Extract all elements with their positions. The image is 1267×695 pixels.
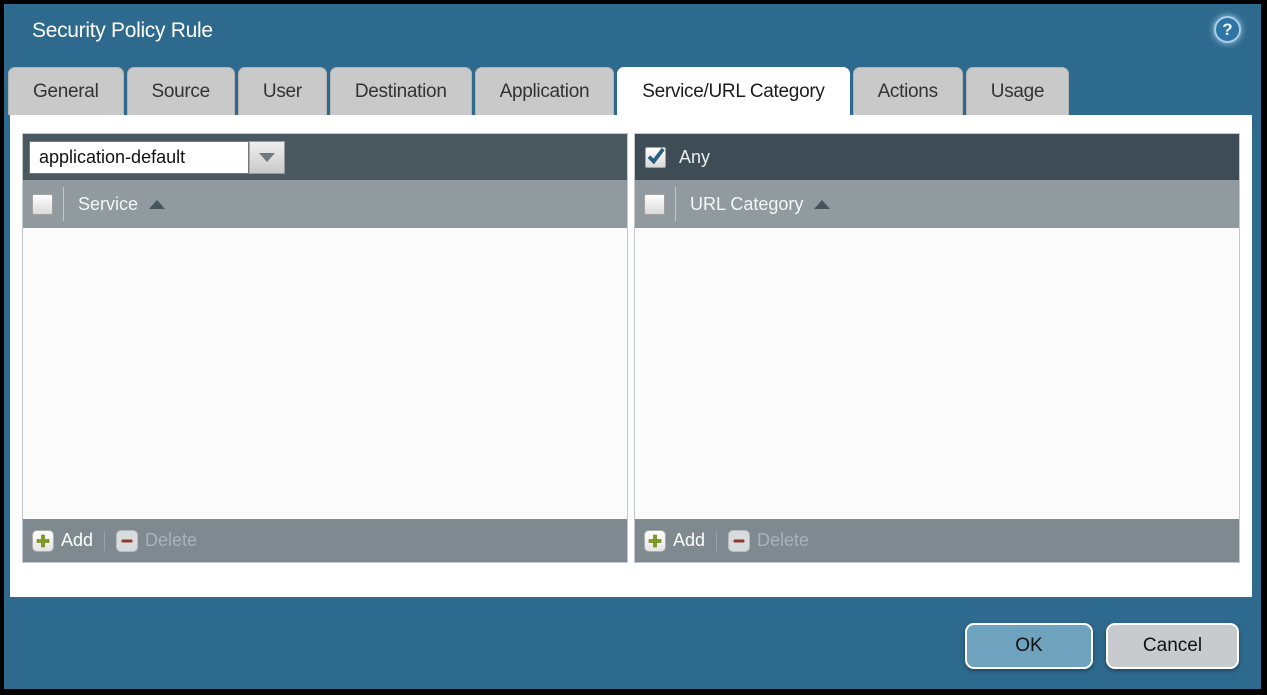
any-label: Any — [679, 147, 710, 168]
tab-content: application-default Service — [10, 115, 1252, 597]
url-category-column-label: URL Category — [690, 194, 803, 215]
service-footer: Add Delete — [23, 519, 627, 562]
sort-ascending-icon — [814, 200, 830, 209]
tab-user[interactable]: User — [238, 67, 327, 115]
service-type-dropdown[interactable]: application-default — [29, 141, 285, 174]
tab-bar: General Source User Destination Applicat… — [4, 67, 1261, 115]
select-all-services-checkbox[interactable] — [32, 194, 53, 215]
any-checkbox[interactable] — [645, 147, 666, 168]
cancel-button[interactable]: Cancel — [1106, 623, 1239, 669]
url-category-column-header[interactable]: URL Category — [675, 187, 830, 221]
tab-service-url-category[interactable]: Service/URL Category — [617, 67, 849, 115]
delete-url-category-group: Delete — [728, 530, 809, 552]
tab-source[interactable]: Source — [127, 67, 235, 115]
service-table-header: Service — [23, 180, 627, 228]
title-bar: Security Policy Rule ? — [4, 4, 1261, 67]
add-service-button[interactable]: Add — [61, 530, 93, 551]
ok-button[interactable]: OK — [965, 623, 1093, 669]
tab-actions[interactable]: Actions — [853, 67, 963, 115]
url-category-list[interactable] — [635, 228, 1239, 519]
service-panel: application-default Service — [22, 133, 628, 563]
footer-divider — [716, 531, 717, 551]
delete-service-group: Delete — [116, 530, 197, 552]
delete-service-icon[interactable] — [116, 530, 138, 552]
service-column-label: Service — [78, 194, 138, 215]
sort-ascending-icon — [149, 200, 165, 209]
tab-general[interactable]: General — [8, 67, 124, 115]
service-column-header[interactable]: Service — [63, 187, 165, 221]
delete-url-category-icon[interactable] — [728, 530, 750, 552]
checkmark-icon — [646, 146, 665, 165]
dialog-action-bar: OK Cancel — [4, 597, 1261, 689]
delete-url-category-button[interactable]: Delete — [757, 530, 809, 551]
url-category-table-header: URL Category — [635, 180, 1239, 228]
add-service-icon[interactable] — [32, 530, 54, 552]
delete-service-button[interactable]: Delete — [145, 530, 197, 551]
url-any-row: Any — [635, 134, 1239, 180]
url-category-panel: Any URL Category Add — [634, 133, 1240, 563]
tab-application[interactable]: Application — [475, 67, 615, 115]
add-url-category-button[interactable]: Add — [673, 530, 705, 551]
service-list[interactable] — [23, 228, 627, 519]
url-category-footer: Add Delete — [635, 519, 1239, 562]
security-policy-rule-dialog: Security Policy Rule ? General Source Us… — [4, 4, 1261, 689]
select-all-url-categories-checkbox[interactable] — [644, 194, 665, 215]
service-toolbar: application-default — [23, 134, 627, 180]
service-type-dropdown-value[interactable]: application-default — [29, 141, 249, 174]
footer-divider — [104, 531, 105, 551]
add-url-category-icon[interactable] — [644, 530, 666, 552]
screen-frame: Security Policy Rule ? General Source Us… — [0, 0, 1267, 695]
dialog-title: Security Policy Rule — [32, 19, 213, 42]
tab-usage[interactable]: Usage — [966, 67, 1069, 115]
help-icon[interactable]: ? — [1214, 16, 1241, 43]
tab-destination[interactable]: Destination — [330, 67, 472, 115]
chevron-down-icon[interactable] — [249, 141, 285, 174]
